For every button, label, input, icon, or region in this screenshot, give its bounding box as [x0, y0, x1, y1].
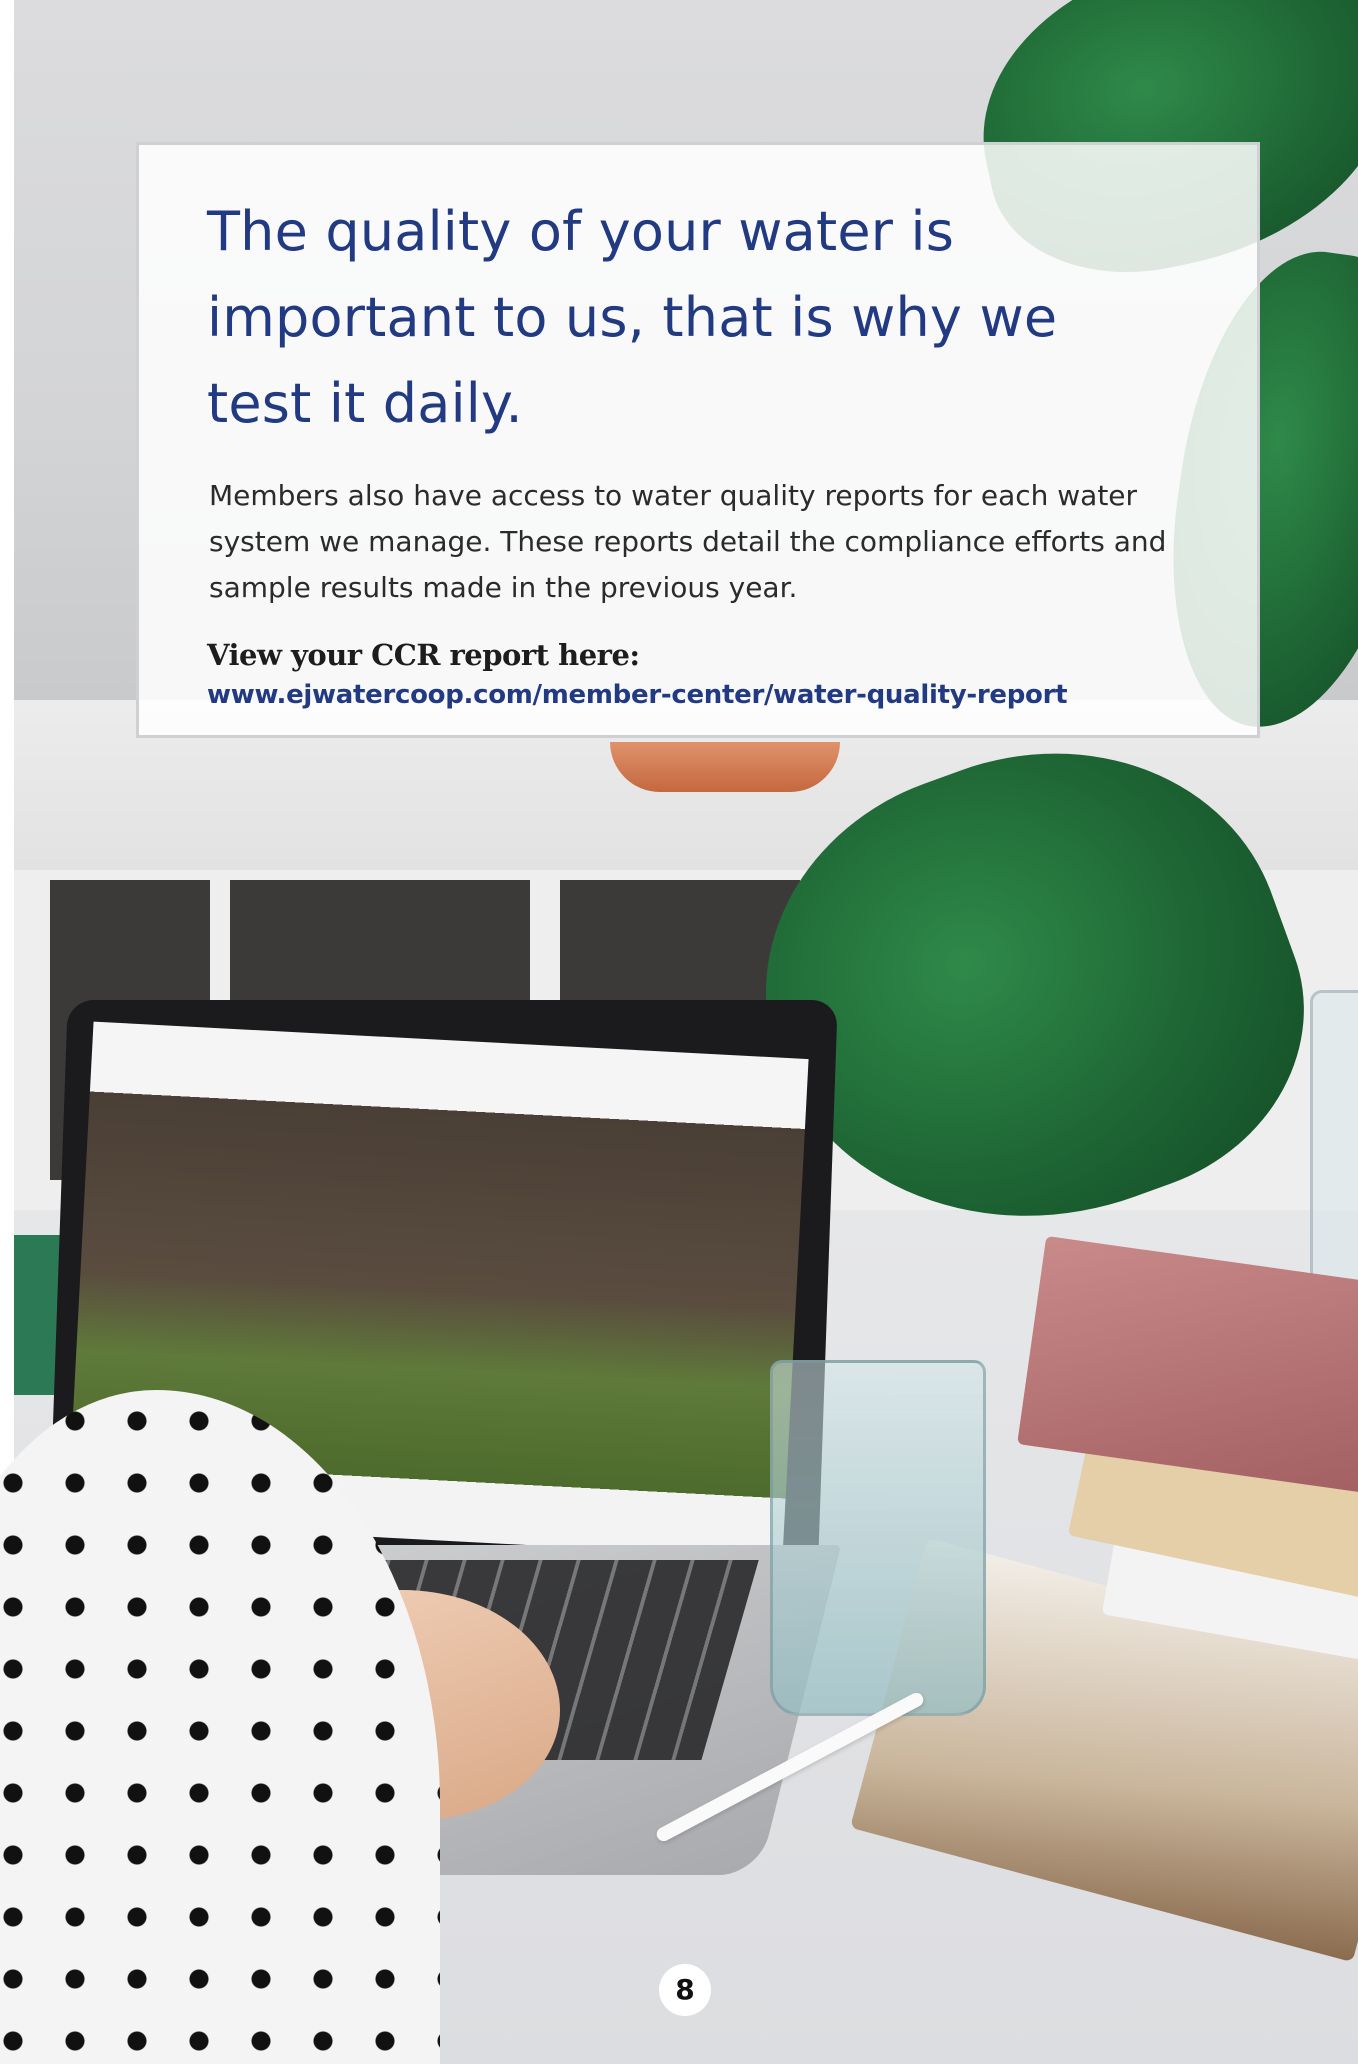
card-body-text: Members also have access to water qualit…	[209, 479, 1167, 604]
photo-side-object	[14, 1235, 60, 1395]
card-headline: The quality of your water is important t…	[207, 200, 1058, 435]
page-number-badge: 8	[659, 1964, 711, 2016]
ccr-report-link[interactable]: www.ejwatercoop.com/member-center/water-…	[207, 677, 1193, 713]
photo-plant-pot	[610, 742, 840, 792]
ccr-report-label: View your CCR report here:	[207, 638, 640, 672]
photo-water-glass	[770, 1360, 986, 1716]
info-card: The quality of your water is important t…	[136, 142, 1260, 738]
photo-glass	[1310, 990, 1358, 1296]
brochure-page: The quality of your water is important t…	[0, 0, 1358, 2064]
